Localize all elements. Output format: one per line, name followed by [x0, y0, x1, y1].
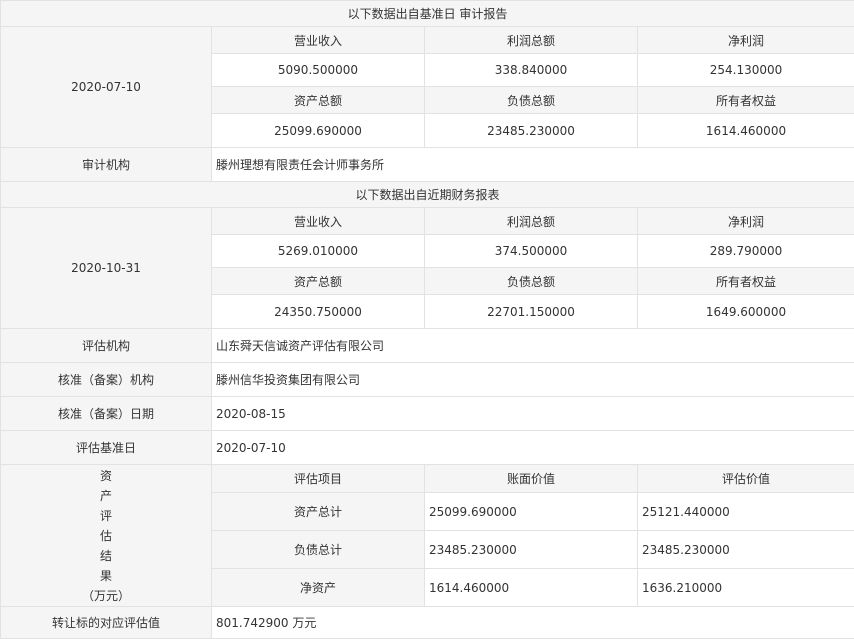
recent-value-equity: 1649.600000: [638, 295, 854, 329]
assessment-label-char: 结: [1, 546, 211, 566]
audit-value-equity: 1614.460000: [638, 114, 854, 148]
audit-value-total-liabilities: 23485.230000: [425, 114, 638, 148]
audit-header-total-liabilities: 负债总额: [425, 87, 638, 114]
assessment-header-item: 评估项目: [212, 465, 425, 493]
recent-section-title: 以下数据出自近期财务报表: [1, 182, 854, 208]
assessment-eval-liabilities: 23485.230000: [638, 531, 854, 569]
recent-value-total-liabilities: 22701.150000: [425, 295, 638, 329]
assessment-item-net: 净资产: [212, 569, 425, 607]
base-date-value: 2020-07-10: [212, 431, 854, 465]
assessment-item-assets: 资产总计: [212, 493, 425, 531]
assessment-book-liabilities: 23485.230000: [425, 531, 638, 569]
base-date-label: 评估基准日: [1, 431, 212, 465]
audit-value-net-profit: 254.130000: [638, 54, 854, 87]
assessment-header-book: 账面价值: [425, 465, 638, 493]
recent-header-net-profit: 净利润: [638, 208, 854, 235]
assessment-eval-net: 1636.210000: [638, 569, 854, 607]
transfer-value-label: 转让标的对应评估值: [1, 607, 212, 639]
recent-header-total-profit: 利润总额: [425, 208, 638, 235]
audit-value-total-assets: 25099.690000: [212, 114, 425, 148]
recent-header-revenue: 营业收入: [212, 208, 425, 235]
recent-header-total-liabilities: 负债总额: [425, 268, 638, 295]
valuation-table: 以下数据出自基准日 审计报告 2020-07-10 营业收入 利润总额 净利润 …: [0, 0, 854, 639]
assessment-label-char: 资: [1, 466, 211, 486]
assessment-eval-assets: 25121.440000: [638, 493, 854, 531]
audit-header-revenue: 营业收入: [212, 27, 425, 54]
recent-value-total-profit: 374.500000: [425, 235, 638, 268]
approval-org-value: 滕州信华投资集团有限公司: [212, 363, 854, 397]
recent-value-total-assets: 24350.750000: [212, 295, 425, 329]
approval-date-label: 核准（备案）日期: [1, 397, 212, 431]
assessment-label-char: 产: [1, 486, 211, 506]
audit-header-net-profit: 净利润: [638, 27, 854, 54]
assessment-book-net: 1614.460000: [425, 569, 638, 607]
audit-header-total-assets: 资产总额: [212, 87, 425, 114]
audit-header-total-profit: 利润总额: [425, 27, 638, 54]
recent-value-net-profit: 289.790000: [638, 235, 854, 268]
recent-header-total-assets: 资产总额: [212, 268, 425, 295]
assessment-item-liabilities: 负债总计: [212, 531, 425, 569]
recent-header-equity: 所有者权益: [638, 268, 854, 295]
recent-date: 2020-10-31: [1, 208, 212, 329]
eval-org-label: 评估机构: [1, 329, 212, 363]
audit-org-value: 滕州理想有限责任会计师事务所: [212, 148, 854, 182]
recent-value-revenue: 5269.010000: [212, 235, 425, 268]
audit-org-label: 审计机构: [1, 148, 212, 182]
audit-section-title: 以下数据出自基准日 审计报告: [1, 1, 854, 27]
eval-org-value: 山东舜天信诚资产评估有限公司: [212, 329, 854, 363]
assessment-label-char: 估: [1, 526, 211, 546]
audit-value-revenue: 5090.500000: [212, 54, 425, 87]
audit-value-total-profit: 338.840000: [425, 54, 638, 87]
approval-date-value: 2020-08-15: [212, 397, 854, 431]
assessment-label-char: 果: [1, 566, 211, 586]
transfer-value: 801.742900 万元: [212, 607, 854, 639]
assessment-label-unit: （万元）: [1, 586, 211, 606]
assessment-book-assets: 25099.690000: [425, 493, 638, 531]
assessment-header-eval: 评估价值: [638, 465, 854, 493]
assessment-label-char: 评: [1, 506, 211, 526]
audit-header-equity: 所有者权益: [638, 87, 854, 114]
audit-date: 2020-07-10: [1, 27, 212, 148]
approval-org-label: 核准（备案）机构: [1, 363, 212, 397]
assessment-label: 资 产 评 估 结 果 （万元）: [1, 465, 212, 607]
